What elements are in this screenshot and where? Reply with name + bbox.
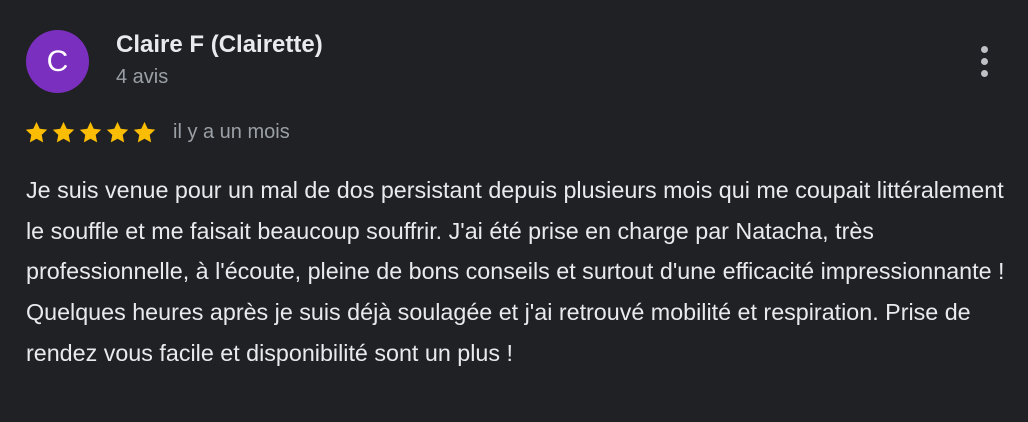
more-vert-icon (980, 45, 988, 53)
more-options-button[interactable] (968, 40, 1000, 82)
more-vert-icon-dot (980, 57, 988, 65)
more-vert-icon-dot (980, 69, 988, 77)
review-text: Je suis venue pour un mal de dos persist… (26, 170, 1006, 374)
review-count: 4 avis (116, 66, 169, 88)
star-icon (51, 120, 76, 145)
star-icon (132, 120, 157, 145)
review-card: C Claire F (Clairette) 4 avis il y a un … (0, 0, 1028, 422)
review-text-paragraph: Je suis venue pour un mal de dos persist… (26, 177, 1005, 285)
star-icon (24, 120, 49, 145)
avatar[interactable]: C (26, 30, 89, 93)
star-icon (78, 120, 103, 145)
star-icon (105, 120, 130, 145)
author-name[interactable]: Claire F (Clairette) (116, 31, 323, 59)
rating-row: il y a un mois (24, 118, 290, 146)
avatar-initial: C (46, 44, 69, 78)
star-rating (24, 120, 157, 145)
review-text-paragraph: Quelques heures après je suis déjà soula… (26, 299, 971, 366)
review-date: il y a un mois (173, 120, 290, 143)
